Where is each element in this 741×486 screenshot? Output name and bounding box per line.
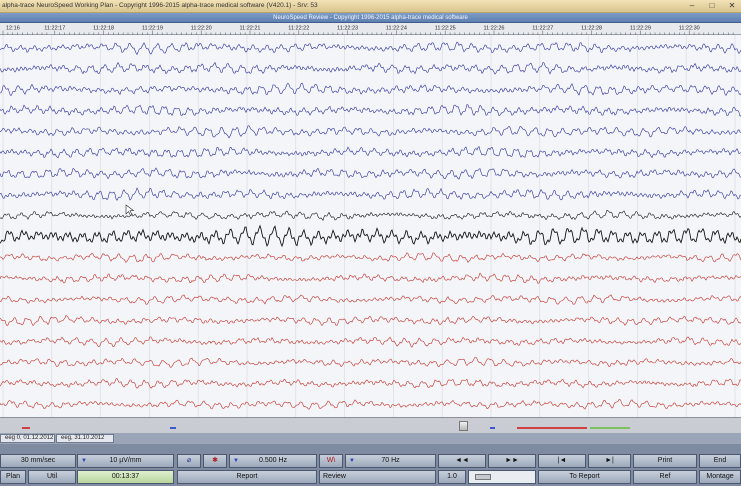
zoom-slider[interactable] — [468, 470, 536, 484]
marker-button[interactable]: ✱ — [203, 454, 227, 468]
filter-icon: W\ — [326, 457, 336, 464]
eeg-channel-trace[interactable] — [0, 399, 741, 410]
end-button[interactable]: End — [699, 454, 741, 468]
review-title: NeuroSpeed Review - Copyright 1996-2015 … — [273, 14, 468, 21]
close-icon[interactable]: ✕ — [727, 2, 737, 10]
plan-button[interactable]: Plan — [0, 470, 26, 484]
bandwidth-icon: ⌀ — [186, 457, 192, 464]
tab-recording-1[interactable]: eeg 0, 01.12.2012 — [0, 434, 55, 443]
montage-button[interactable]: Montage — [699, 470, 741, 484]
eeg-channel-trace[interactable] — [0, 146, 741, 159]
sensitivity-value: 10 µV/mm — [109, 457, 142, 464]
zoom-slider-thumb[interactable] — [475, 474, 491, 480]
event-marker — [170, 427, 176, 429]
tab-recording-2[interactable]: eeg, 31.10.2012 — [56, 434, 114, 443]
scrollbar-thumb[interactable] — [459, 421, 468, 431]
marker-icon: ✱ — [212, 457, 218, 464]
to-report-button[interactable]: To Report — [538, 470, 631, 484]
jump-start-button[interactable]: |◄ — [538, 454, 586, 468]
event-marker — [517, 427, 587, 429]
review-title-bar: NeuroSpeed Review - Copyright 1996-2015 … — [0, 13, 741, 23]
eeg-channel-trace[interactable] — [0, 272, 741, 284]
mouse-cursor-icon — [125, 204, 135, 216]
chevron-down-icon: ▼ — [81, 458, 87, 464]
event-marker — [590, 427, 630, 429]
eeg-channel-trace[interactable] — [0, 82, 741, 97]
eeg-channel-trace[interactable] — [0, 104, 741, 117]
eeg-channel-trace[interactable] — [0, 61, 741, 75]
minimize-icon[interactable]: – — [687, 2, 697, 10]
forward-button[interactable]: ►► — [488, 454, 536, 468]
high-filter-value: 70 Hz — [381, 457, 400, 464]
eeg-channel-trace[interactable] — [0, 294, 741, 305]
maximize-icon[interactable]: □ — [707, 2, 717, 10]
eeg-channel-trace[interactable] — [0, 224, 741, 248]
high-filter-select[interactable]: ▼ 70 Hz — [345, 454, 436, 468]
eeg-channel-trace[interactable] — [0, 252, 741, 263]
control-panel: 30 mm/sec ▼ 10 µV/mm ⌀ ✱ ▼ 0.500 Hz W\ ▼ 70… — [0, 444, 741, 486]
rewind-button[interactable]: ◄◄ — [438, 454, 486, 468]
speed-select[interactable]: 30 mm/sec — [0, 454, 76, 468]
jump-start-icon: |◄ — [557, 457, 567, 464]
report-button[interactable]: Report — [177, 470, 317, 484]
jump-end-button[interactable]: ►| — [588, 454, 631, 468]
util-button[interactable]: Util — [28, 470, 76, 484]
time-axis-svg: 12:16 11:22:17 11:22:18 11:22:19 11:22:20 11:… — [2, 26, 734, 35]
eeg-traces-svg[interactable] — [0, 35, 741, 417]
event-marker — [22, 427, 30, 429]
eeg-channel-trace[interactable] — [0, 41, 741, 56]
elapsed-time: 00:13:37 — [77, 470, 174, 484]
eeg-channel-trace[interactable] — [0, 125, 741, 139]
eeg-channel-trace[interactable] — [0, 209, 741, 222]
window-title: alpha-trace NeuroSpeed Working Plan - Co… — [2, 2, 318, 9]
rewind-icon: ◄◄ — [455, 457, 469, 464]
speed-value: 30 mm/sec — [20, 457, 56, 464]
print-button[interactable]: Print — [633, 454, 697, 468]
chevron-down-icon: ▼ — [233, 458, 239, 464]
event-marker — [490, 427, 495, 429]
eeg-trace-area[interactable] — [0, 35, 741, 417]
time-tick-label: 12:16 — [6, 26, 20, 32]
eeg-channel-trace[interactable] — [0, 167, 741, 180]
eeg-channel-trace[interactable] — [0, 378, 741, 389]
low-filter-select[interactable]: ▼ 0.500 Hz — [229, 454, 317, 468]
bandwidth-button[interactable]: ⌀ — [177, 454, 201, 468]
sensitivity-select[interactable]: ▼ 10 µV/mm — [77, 454, 174, 468]
recording-tabs: eeg 0, 01.12.2012 eeg, 31.10.2012 — [0, 433, 741, 444]
zoom-value[interactable]: 1.0 — [438, 470, 466, 484]
low-filter-value: 0.500 Hz — [258, 457, 288, 464]
review-button[interactable]: Review — [319, 470, 436, 484]
ref-button[interactable]: Ref — [633, 470, 697, 484]
eeg-channel-trace[interactable] — [0, 336, 741, 348]
eeg-channel-trace[interactable] — [0, 187, 741, 201]
eeg-channel-trace[interactable] — [0, 314, 741, 327]
timeline-scrollbar[interactable] — [0, 417, 741, 433]
window-title-bar: alpha-trace NeuroSpeed Working Plan - Co… — [0, 0, 741, 13]
chevron-down-icon: ▼ — [349, 458, 355, 464]
time-axis: 12:16 11:22:17 11:22:18 11:22:19 11:22:20 11:… — [0, 23, 741, 35]
forward-icon: ►► — [505, 457, 519, 464]
jump-end-icon: ►| — [605, 457, 614, 464]
eeg-channel-trace[interactable] — [0, 356, 741, 368]
filter-button[interactable]: W\ — [319, 454, 343, 468]
